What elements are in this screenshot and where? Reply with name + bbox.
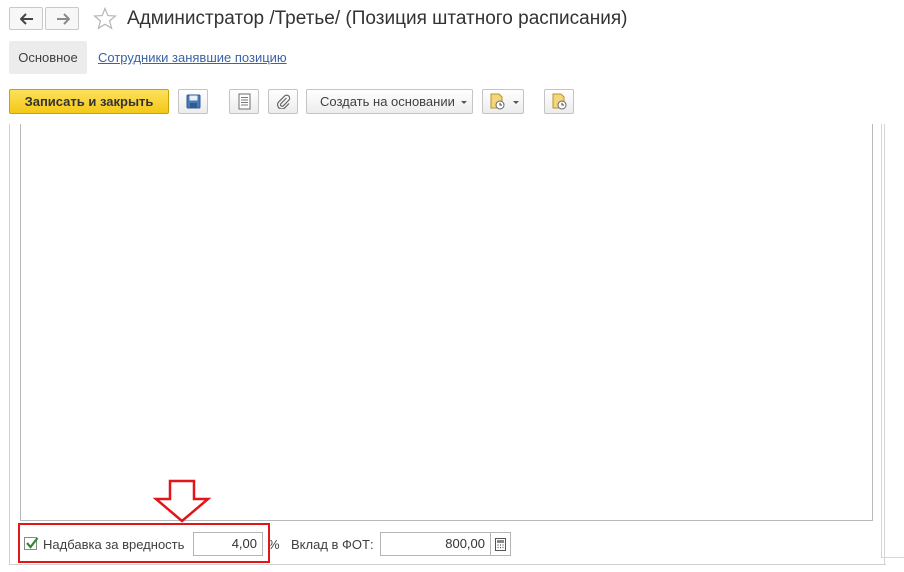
report-history-icon <box>552 93 567 110</box>
chevron-down-icon <box>461 101 467 104</box>
report-dropdown-icon <box>490 93 505 110</box>
paperclip-icon <box>276 94 291 109</box>
create-based-on-button[interactable]: Создать на основании <box>306 89 473 114</box>
form-frame-bottom-border <box>9 564 886 565</box>
save-and-close-button[interactable]: Записать и закрыть <box>9 89 169 114</box>
save-disk-icon <box>186 94 201 109</box>
annotation-highlight-box <box>18 523 270 563</box>
back-button[interactable] <box>9 7 43 30</box>
page-title: Администратор /Третье/ (Позиция штатного… <box>127 8 628 29</box>
annotation-down-arrow-icon <box>153 479 211 523</box>
description-text-area[interactable] <box>20 124 873 521</box>
tab-main[interactable]: Основное <box>9 41 87 74</box>
calculator-button[interactable] <box>491 532 511 556</box>
attach-file-button[interactable] <box>268 89 298 114</box>
back-arrow-icon <box>20 13 33 25</box>
save-button[interactable] <box>178 89 208 114</box>
side-panel-bottom-border <box>881 557 904 558</box>
fot-contribution-input[interactable]: 800,00 <box>380 532 491 556</box>
document-list-icon <box>238 93 251 110</box>
favorite-star-icon[interactable] <box>93 7 117 30</box>
fot-contribution-label: Вклад в ФОТ: <box>291 537 374 552</box>
forward-button[interactable] <box>45 7 79 30</box>
forward-arrow-icon <box>57 13 70 25</box>
side-panel-border <box>881 124 882 558</box>
reports-dropdown-button[interactable] <box>482 89 524 114</box>
chevron-down-icon <box>513 101 519 104</box>
report-history-button[interactable] <box>544 89 574 114</box>
document-list-button[interactable] <box>229 89 259 114</box>
tab-employees-link[interactable]: Сотрудники занявшие позицию <box>98 50 287 65</box>
create-based-on-label: Создать на основании <box>320 94 455 109</box>
calculator-icon <box>495 538 506 551</box>
